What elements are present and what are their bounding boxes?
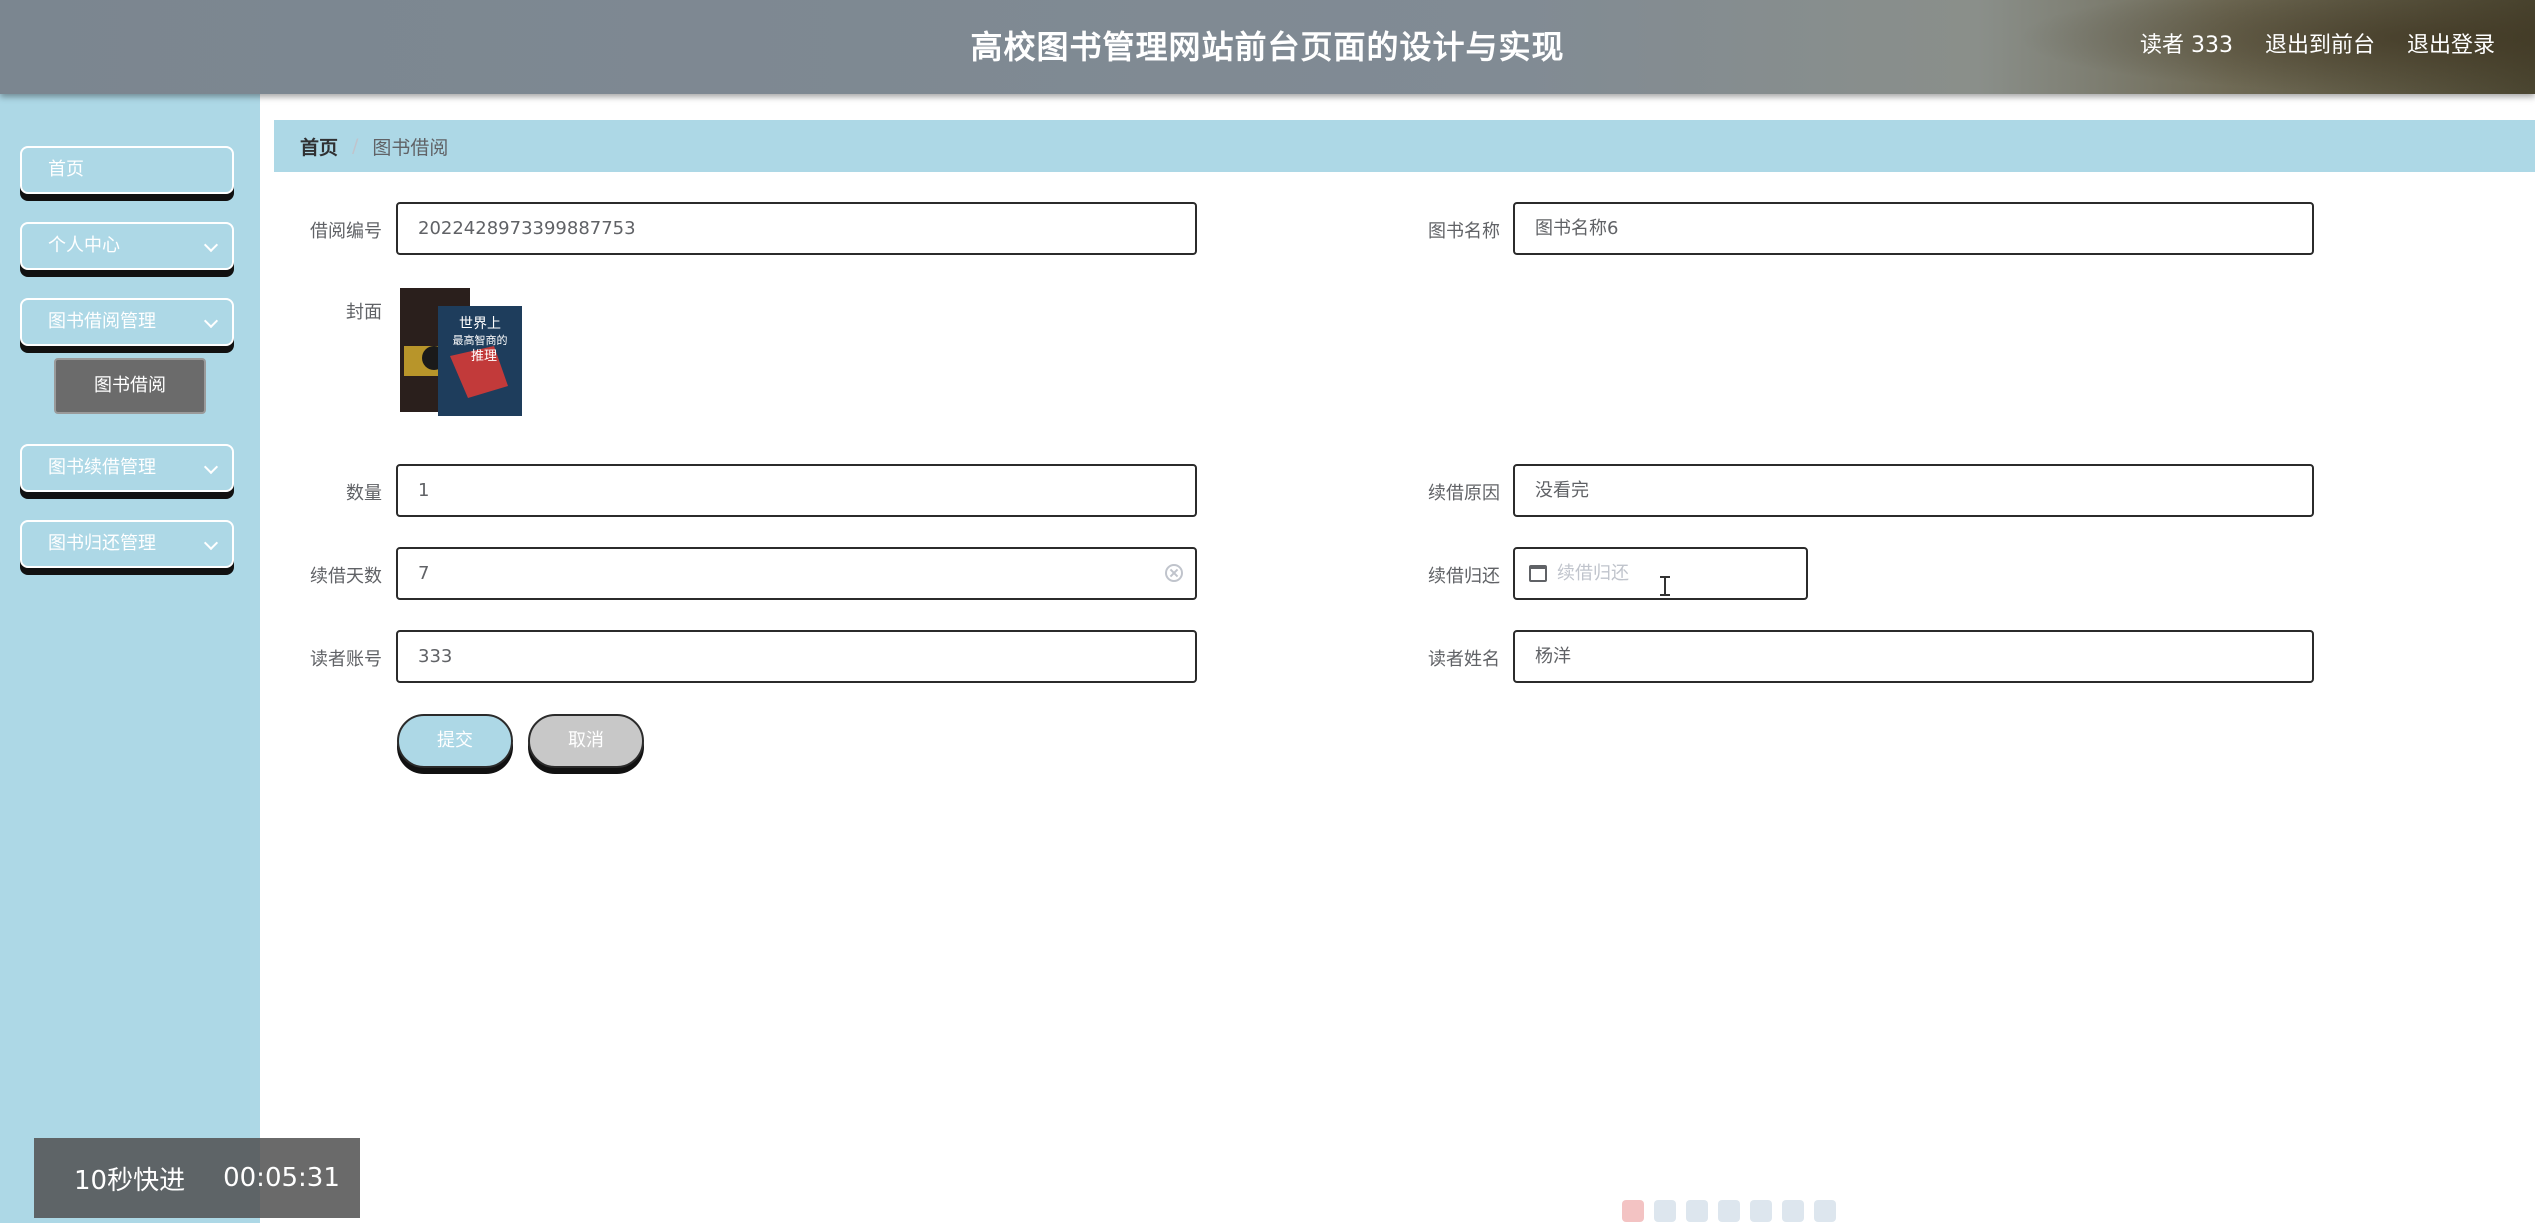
sidebar-item-label: 图书归还管理 — [48, 533, 156, 554]
chevron-down-icon — [203, 535, 219, 551]
top-header: 高校图书管理网站前台页面的设计与实现 读者 333 退出到前台 退出登录 — [0, 0, 2535, 94]
sidebar-item-borrow-manage[interactable]: 图书借阅管理 — [20, 298, 234, 346]
sidebar-item-label: 首页 — [48, 159, 84, 180]
playback-time: 00:05:31 — [223, 1163, 340, 1193]
fast-forward-button[interactable]: 10秒快进 — [74, 1160, 185, 1197]
logout-link[interactable]: 退出登录 — [2407, 27, 2495, 59]
front-link[interactable]: 退出到前台 — [2265, 27, 2375, 59]
clear-icon[interactable] — [1165, 564, 1183, 582]
sidebar-item-renew-manage[interactable]: 图书续借管理 — [20, 444, 234, 492]
cover-title-line2: 最高智商的 — [453, 333, 508, 347]
borrow-no-field[interactable]: 2022428973399887753 — [396, 202, 1197, 255]
cancel-button[interactable]: 取消 — [528, 714, 644, 768]
renew-days-label: 续借天数 — [310, 566, 382, 587]
video-overlay: 10秒快进 00:05:31 — [34, 1138, 360, 1218]
chevron-down-icon — [203, 313, 219, 329]
app-icon — [1814, 1200, 1836, 1222]
calendar-icon — [1529, 565, 1547, 582]
app-icon — [1750, 1200, 1772, 1222]
app-icon — [1782, 1200, 1804, 1222]
user-label: 读者 333 — [2139, 33, 2233, 58]
cover-label: 封面 — [346, 302, 382, 323]
reader-name-label: 读者姓名 — [1428, 649, 1500, 670]
app-icon — [1654, 1200, 1676, 1222]
chevron-down-icon — [203, 237, 219, 253]
reader-account-label: 读者账号 — [310, 649, 382, 670]
renew-return-placeholder: 续借归还 — [1557, 563, 1629, 584]
renew-days-value: 7 — [418, 563, 430, 584]
sidebar-item-personal[interactable]: 个人中心 — [20, 222, 234, 270]
renew-days-field[interactable]: 7 — [396, 547, 1197, 600]
header-actions: 读者 333 退出到前台 退出登录 — [2140, 27, 2495, 59]
chevron-down-icon — [203, 459, 219, 475]
text-cursor-icon — [1660, 576, 1670, 596]
sidebar: 首页 个人中心 图书借阅管理 图书借阅 图书续借管理 图书归还管理 — [0, 94, 260, 1223]
book-name-field[interactable]: 图书名称6 — [1513, 202, 2314, 255]
breadcrumb-separator: / — [352, 135, 359, 157]
breadcrumb-home[interactable]: 首页 — [300, 133, 338, 160]
sidebar-item-label: 个人中心 — [48, 235, 120, 256]
sidebar-item-label: 图书续借管理 — [48, 457, 156, 478]
book-cover-image: 世界上 最高智商的 推理 — [400, 288, 522, 416]
sidebar-item-home[interactable]: 首页 — [20, 146, 234, 194]
quantity-label: 数量 — [346, 483, 382, 504]
sidebar-item-label: 图书借阅管理 — [48, 311, 156, 332]
reader-account-field[interactable]: 333 — [396, 630, 1197, 683]
book-name-label: 图书名称 — [1428, 221, 1500, 242]
cover-title-line1: 世界上 — [459, 316, 501, 332]
renew-return-date-picker[interactable]: 续借归还 — [1513, 547, 1808, 600]
breadcrumb: 首页 / 图书借阅 — [274, 120, 2535, 172]
app-icon — [1718, 1200, 1740, 1222]
taskbar-icons — [1622, 1200, 1836, 1222]
renew-return-label: 续借归还 — [1428, 566, 1500, 587]
breadcrumb-current: 图书借阅 — [372, 136, 449, 159]
borrow-no-label: 借阅编号 — [310, 221, 382, 242]
cover-title-line3: 推理 — [471, 349, 497, 364]
app-icon — [1622, 1200, 1644, 1222]
renew-reason-label: 续借原因 — [1428, 483, 1500, 504]
renew-reason-field[interactable]: 没看完 — [1513, 464, 2314, 517]
quantity-field[interactable]: 1 — [396, 464, 1197, 517]
sidebar-subitem-borrow[interactable]: 图书借阅 — [54, 358, 206, 414]
reader-name-field[interactable]: 杨洋 — [1513, 630, 2314, 683]
submit-button[interactable]: 提交 — [397, 714, 513, 768]
sidebar-item-return-manage[interactable]: 图书归还管理 — [20, 520, 234, 568]
app-icon — [1686, 1200, 1708, 1222]
